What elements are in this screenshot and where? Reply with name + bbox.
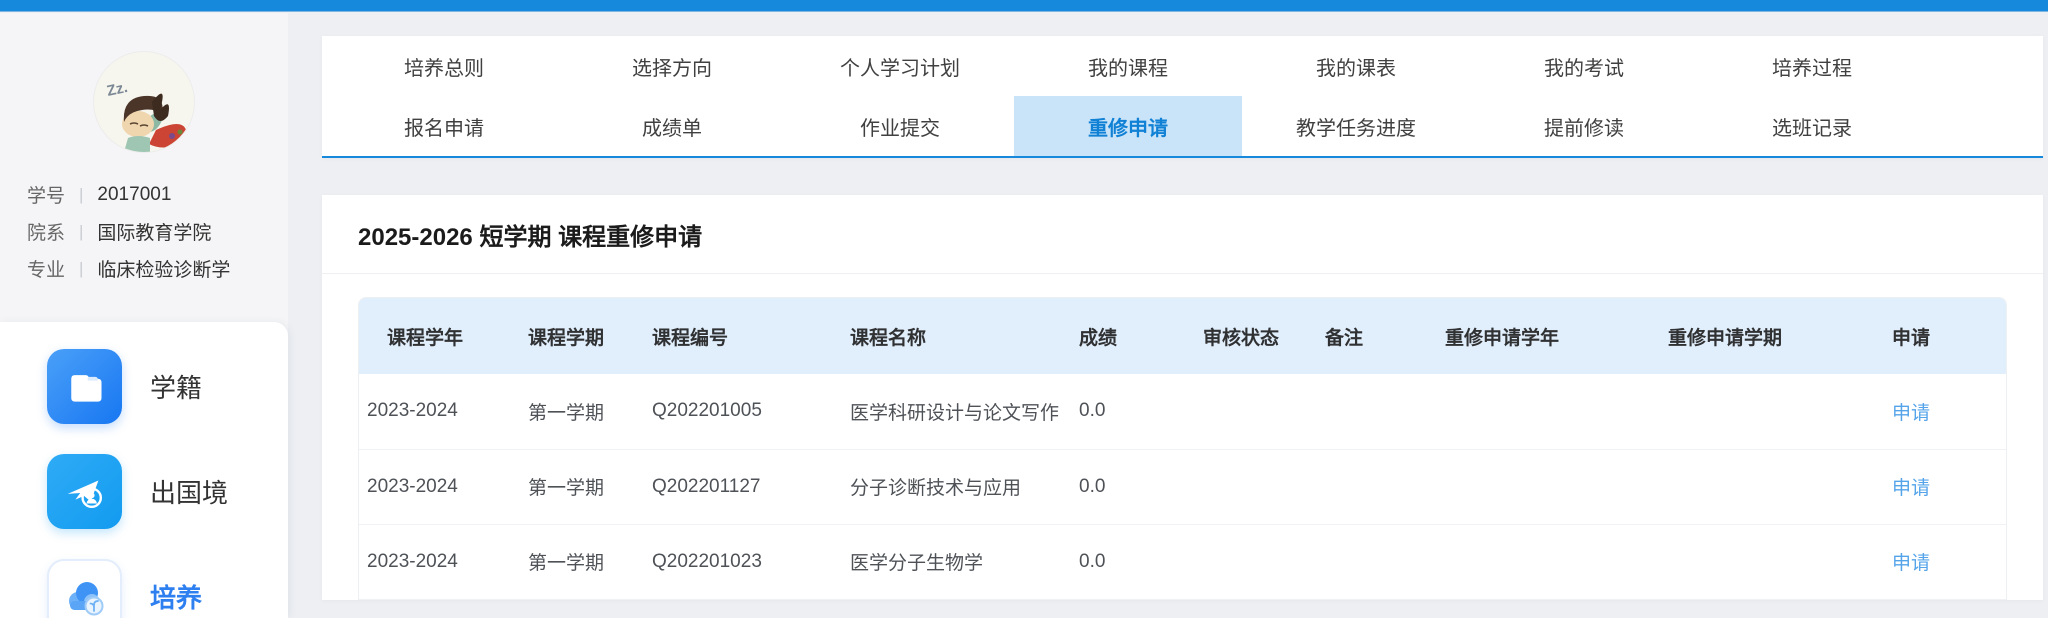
folder-icon <box>47 349 122 424</box>
cell-retake-term <box>1660 449 1884 524</box>
cell-remark <box>1317 524 1437 599</box>
sidebar-item-abroad[interactable]: 出国境 <box>0 439 288 544</box>
cell-course-name: 医学分子生物学 <box>842 524 1071 599</box>
cell-score: 0.0 <box>1071 449 1195 524</box>
profile-field-major: 专业 | 临床检验诊断学 <box>27 250 288 287</box>
table-row: 2023-2024 第一学期 Q202201005 医学科研设计与论文写作 0.… <box>359 374 2006 449</box>
tab-cultivation-process[interactable]: 培养过程 <box>1698 36 1926 96</box>
tab-early-study[interactable]: 提前修读 <box>1470 96 1698 156</box>
profile-info: 学号 | 2017001 院系 | 国际教育学院 专业 | 临床检验诊断学 <box>0 176 288 287</box>
field-divider: | <box>79 259 83 279</box>
cell-remark <box>1317 374 1437 449</box>
major-value: 临床检验诊断学 <box>97 255 230 282</box>
cell-retake-year <box>1437 524 1660 599</box>
tab-teaching-task-progress[interactable]: 教学任务进度 <box>1242 96 1470 156</box>
cell-course-name: 医学科研设计与论文写作 <box>842 374 1071 449</box>
cell-course-term: 第一学期 <box>520 449 644 524</box>
apply-link[interactable]: 申请 <box>1892 553 1930 574</box>
tab-row-1: 培养总则 选择方向 个人学习计划 我的课程 我的课表 我的考试 培养过程 <box>322 36 2043 96</box>
cell-course-code: Q202201005 <box>644 374 842 449</box>
col-apply: 申请 <box>1884 298 2006 374</box>
cell-retake-year <box>1437 374 1660 449</box>
table-row: 2023-2024 第一学期 Q202201023 医学分子生物学 0.0 申请 <box>359 524 2006 599</box>
cell-course-year: 2023-2024 <box>359 524 520 599</box>
profile-field-student-id: 学号 | 2017001 <box>27 176 288 213</box>
cell-retake-term <box>1660 524 1884 599</box>
cell-remark <box>1317 449 1437 524</box>
department-label: 院系 <box>27 218 69 245</box>
tab-cultivation-rules[interactable]: 培养总则 <box>330 36 558 96</box>
field-divider: | <box>79 222 83 242</box>
tab-enrollment-application[interactable]: 报名申请 <box>330 96 558 156</box>
apply-link[interactable]: 申请 <box>1892 403 1930 424</box>
avatar-illustration: Zz. <box>94 52 194 152</box>
tab-row-2: 报名申请 成绩单 作业提交 重修申请 教学任务进度 提前修读 选班记录 <box>322 96 2043 156</box>
col-review-status: 审核状态 <box>1195 298 1317 374</box>
page-title: 2025-2026 短学期 课程重修申请 <box>358 217 702 252</box>
cell-course-year: 2023-2024 <box>359 374 520 449</box>
col-course-term: 课程学期 <box>520 298 644 374</box>
col-retake-term: 重修申请学期 <box>1660 298 1884 374</box>
user-avatar: Zz. <box>94 52 194 152</box>
cell-course-code: Q202201127 <box>644 449 842 524</box>
tab-direction-selection[interactable]: 选择方向 <box>558 36 786 96</box>
tab-my-courses[interactable]: 我的课程 <box>1014 36 1242 96</box>
sidebar-item-cultivation[interactable]: 培养 <box>0 544 288 618</box>
tab-retake-application[interactable]: 重修申请 <box>1014 96 1242 156</box>
tab-personal-study-plan[interactable]: 个人学习计划 <box>786 36 1014 96</box>
field-divider: | <box>79 185 83 205</box>
sidebar-item-label: 培养 <box>150 578 202 615</box>
cell-score: 0.0 <box>1071 524 1195 599</box>
student-id-value: 2017001 <box>97 184 171 206</box>
cell-review-status <box>1195 524 1317 599</box>
apply-link[interactable]: 申请 <box>1892 478 1930 499</box>
tab-bar: 培养总则 选择方向 个人学习计划 我的课程 我的课表 我的考试 培养过程 报名申… <box>322 36 2043 158</box>
sidebar-item-student-status[interactable]: 学籍 <box>0 334 288 439</box>
col-course-name: 课程名称 <box>842 298 1071 374</box>
major-label: 专业 <box>27 255 69 282</box>
tab-my-timetable[interactable]: 我的课表 <box>1242 36 1470 96</box>
cell-retake-year <box>1437 449 1660 524</box>
tab-my-exams[interactable]: 我的考试 <box>1470 36 1698 96</box>
cell-score: 0.0 <box>1071 374 1195 449</box>
sidebar-item-label: 学籍 <box>150 368 202 405</box>
panel-header: 2025-2026 短学期 课程重修申请 <box>322 195 2043 274</box>
cell-review-status <box>1195 449 1317 524</box>
sidebar-item-label: 出国境 <box>150 473 228 510</box>
sidebar-menu: 学籍 出国境 <box>0 322 288 618</box>
cell-course-year: 2023-2024 <box>359 449 520 524</box>
cell-review-status <box>1195 374 1317 449</box>
cell-course-term: 第一学期 <box>520 374 644 449</box>
col-course-code: 课程编号 <box>644 298 842 374</box>
cell-retake-term <box>1660 374 1884 449</box>
tab-class-selection-records[interactable]: 选班记录 <box>1698 96 1926 156</box>
retake-application-panel: 2025-2026 短学期 课程重修申请 课程学年 课程学期 课程编号 课程名称… <box>322 195 2043 600</box>
courses-table: 课程学年 课程学期 课程编号 课程名称 成绩 审核状态 备注 重修申请学年 重修… <box>358 297 2007 600</box>
cell-apply: 申请 <box>1884 449 2006 524</box>
table-header-row: 课程学年 课程学期 课程编号 课程名称 成绩 审核状态 备注 重修申请学年 重修… <box>359 298 2006 374</box>
student-id-label: 学号 <box>27 181 69 208</box>
cell-apply: 申请 <box>1884 374 2006 449</box>
col-remark: 备注 <box>1317 298 1437 374</box>
cell-course-code: Q202201023 <box>644 524 842 599</box>
tab-transcript[interactable]: 成绩单 <box>558 96 786 156</box>
plane-abroad-icon <box>47 454 122 529</box>
sidebar: Zz. 学号 | 2017001 院系 | 国际教育学院 专业 | 临床检验诊断 <box>0 13 288 618</box>
cell-course-name: 分子诊断技术与应用 <box>842 449 1071 524</box>
col-score: 成绩 <box>1071 298 1195 374</box>
col-course-year: 课程学年 <box>359 298 520 374</box>
col-retake-year: 重修申请学年 <box>1437 298 1660 374</box>
top-navbar <box>0 0 2048 12</box>
profile-field-department: 院系 | 国际教育学院 <box>27 213 288 250</box>
tab-homework-submission[interactable]: 作业提交 <box>786 96 1014 156</box>
cell-course-term: 第一学期 <box>520 524 644 599</box>
department-value: 国际教育学院 <box>97 218 211 245</box>
cell-apply: 申请 <box>1884 524 2006 599</box>
cloud-cultivation-icon <box>47 559 122 618</box>
table-row: 2023-2024 第一学期 Q202201127 分子诊断技术与应用 0.0 … <box>359 449 2006 524</box>
